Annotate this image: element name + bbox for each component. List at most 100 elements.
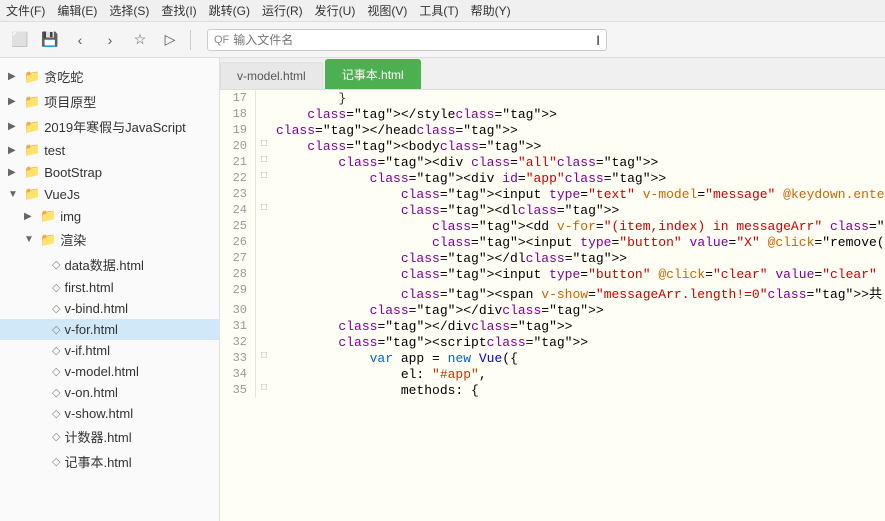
line-content-35: methods: { [272, 382, 885, 398]
fold-btn-35[interactable]: □ [256, 382, 272, 398]
menu-run[interactable]: 运行(R) [262, 2, 303, 19]
sidebar-item-6[interactable]: ▶📁img [0, 205, 219, 227]
line-number-18: 18 [220, 106, 256, 122]
main-layout: ▶📁贪吃蛇▶📁项目原型▶📁2019年寒假与JavaScript▶📁test▶📁B… [0, 58, 885, 521]
sidebar-item-14[interactable]: ◇v-on.html [0, 382, 219, 403]
line-number-17: 17 [220, 90, 256, 106]
file-icon-10: ◇ [52, 302, 60, 315]
save-icon[interactable]: 💾 [38, 28, 62, 52]
new-file-icon[interactable]: ⬜ [8, 28, 32, 52]
menu-help[interactable]: 帮助(Y) [471, 2, 511, 19]
back-icon[interactable]: ‹ [68, 28, 92, 52]
sidebar-label-9: first.html [64, 280, 113, 295]
code-line-28: 28 class="tag"><input type="button" @cli… [220, 266, 885, 282]
tab-1[interactable]: 记事本.html [325, 59, 421, 89]
search-input[interactable] [233, 33, 596, 47]
line-number-32: 32 [220, 334, 256, 350]
sidebar-item-13[interactable]: ◇v-model.html [0, 361, 219, 382]
line-content-18: class="tag"></styleclass="tag">> [272, 106, 885, 122]
menu-edit[interactable]: 编辑(E) [57, 2, 97, 19]
sidebar-item-2[interactable]: ▶📁2019年寒假与JavaScript [0, 114, 219, 139]
toolbar-separator [190, 30, 191, 50]
menu-tools[interactable]: 工具(T) [419, 2, 458, 19]
line-content-25: class="tag"><dd v-for="(item,index) in m… [272, 218, 885, 234]
fold-btn-28 [256, 266, 272, 282]
line-number-35: 35 [220, 382, 256, 398]
search-box[interactable]: QF I [207, 29, 607, 51]
sidebar-item-17[interactable]: ◇记事本.html [0, 449, 219, 474]
line-number-24: 24 [220, 202, 256, 218]
menu-goto[interactable]: 跳转(G) [209, 2, 250, 19]
fold-btn-20[interactable]: □ [256, 138, 272, 154]
arrow-icon-1: ▶ [8, 96, 20, 107]
fold-btn-17 [256, 90, 272, 106]
file-icon-12: ◇ [52, 344, 60, 357]
code-line-32: 32 class="tag"><scriptclass="tag">> [220, 334, 885, 350]
sidebar-item-7[interactable]: ▼📁渲染 [0, 227, 219, 252]
line-number-22: 22 [220, 170, 256, 186]
sidebar-item-12[interactable]: ◇v-if.html [0, 340, 219, 361]
code-lines: 17 }18 class="tag"></styleclass="tag">> 1… [220, 90, 885, 398]
fold-btn-27 [256, 250, 272, 266]
menu-select[interactable]: 选择(S) [109, 2, 149, 19]
fold-btn-30 [256, 302, 272, 318]
line-content-28: class="tag"><input type="button" @click=… [272, 266, 885, 282]
folder-icon-4: 📁 [24, 164, 40, 180]
sidebar-item-16[interactable]: ◇计数器.html [0, 424, 219, 449]
sidebar-label-3: test [44, 143, 65, 158]
menu-publish[interactable]: 发行(U) [315, 2, 356, 19]
line-content-33: var app = new Vue({ [272, 350, 885, 366]
line-number-29: 29 [220, 282, 256, 302]
sidebar-label-10: v-bind.html [64, 301, 128, 316]
menu-find[interactable]: 查找(I) [161, 2, 196, 19]
sidebar-label-8: data数据.html [64, 255, 143, 274]
code-line-17: 17 } [220, 90, 885, 106]
fold-btn-25 [256, 218, 272, 234]
sidebar-item-0[interactable]: ▶📁贪吃蛇 [0, 64, 219, 89]
file-icon-17: ◇ [52, 455, 60, 468]
sidebar-item-15[interactable]: ◇v-show.html [0, 403, 219, 424]
fold-btn-33[interactable]: □ [256, 350, 272, 366]
line-number-26: 26 [220, 234, 256, 250]
menu-file[interactable]: 文件(F) [6, 2, 45, 19]
sidebar: ▶📁贪吃蛇▶📁项目原型▶📁2019年寒假与JavaScript▶📁test▶📁B… [0, 58, 220, 521]
menu-view[interactable]: 视图(V) [367, 2, 407, 19]
folder-icon-6: 📁 [40, 208, 56, 224]
folder-icon-0: 📁 [24, 69, 40, 85]
code-line-27: 27 class="tag"></dlclass="tag">> [220, 250, 885, 266]
sidebar-label-6: img [60, 209, 81, 224]
line-number-20: 20 [220, 138, 256, 154]
sidebar-item-9[interactable]: ◇first.html [0, 277, 219, 298]
menu-bar: 文件(F) 编辑(E) 选择(S) 查找(I) 跳转(G) 运行(R) 发行(U… [0, 0, 885, 22]
fold-btn-22[interactable]: □ [256, 170, 272, 186]
line-content-20: class="tag"><bodyclass="tag">> [272, 138, 885, 154]
line-number-21: 21 [220, 154, 256, 170]
sidebar-item-11[interactable]: ◇v-for.html [0, 319, 219, 340]
file-icon-14: ◇ [52, 386, 60, 399]
sidebar-item-1[interactable]: ▶📁项目原型 [0, 89, 219, 114]
file-icon-16: ◇ [52, 430, 60, 443]
code-line-26: 26 class="tag"><input type="button" valu… [220, 234, 885, 250]
sidebar-item-3[interactable]: ▶📁test [0, 139, 219, 161]
code-area[interactable]: 17 }18 class="tag"></styleclass="tag">> 1… [220, 90, 885, 521]
star-icon[interactable]: ☆ [128, 28, 152, 52]
fold-btn-24[interactable]: □ [256, 202, 272, 218]
sidebar-item-8[interactable]: ◇data数据.html [0, 252, 219, 277]
tab-0[interactable]: v-model.html [220, 62, 323, 89]
fold-btn-34 [256, 366, 272, 382]
play-icon[interactable]: ▷ [158, 28, 182, 52]
sidebar-item-4[interactable]: ▶📁BootStrap [0, 161, 219, 183]
folder-icon-7: 📁 [40, 232, 56, 248]
arrow-icon-4: ▶ [8, 167, 20, 178]
sidebar-label-13: v-model.html [64, 364, 138, 379]
line-number-28: 28 [220, 266, 256, 282]
sidebar-label-2: 2019年寒假与JavaScript [44, 117, 186, 136]
editor: v-model.html记事本.html 17 }18 class="tag">… [220, 58, 885, 521]
code-line-30: 30 class="tag"></divclass="tag">> [220, 302, 885, 318]
line-content-24: class="tag"><dlclass="tag">> [272, 202, 885, 218]
forward-icon[interactable]: › [98, 28, 122, 52]
code-line-25: 25 class="tag"><dd v-for="(item,index) i… [220, 218, 885, 234]
sidebar-item-10[interactable]: ◇ v-bind.html [0, 298, 219, 319]
sidebar-item-5[interactable]: ▼📁VueJs [0, 183, 219, 205]
fold-btn-21[interactable]: □ [256, 154, 272, 170]
